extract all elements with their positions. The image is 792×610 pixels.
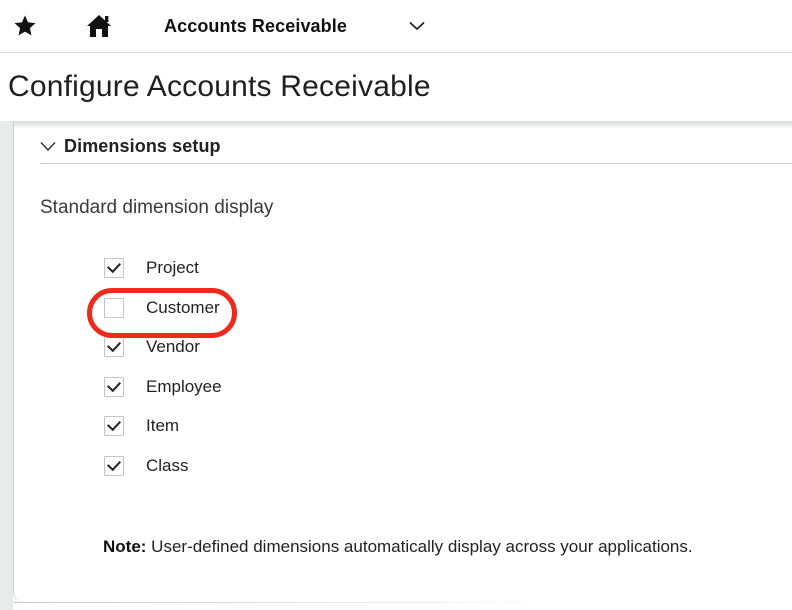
home-icon	[85, 12, 113, 40]
checkbox-label: Item	[146, 416, 179, 436]
top-bar: Accounts Receivable	[0, 0, 792, 53]
subheading: Standard dimension display	[40, 197, 792, 219]
checkbox[interactable]	[104, 456, 124, 476]
checkbox-row-employee: Employee	[104, 377, 792, 397]
home-button[interactable]	[85, 12, 113, 40]
checkbox-row-customer: Customer	[104, 298, 792, 318]
checkbox[interactable]	[104, 337, 124, 357]
star-icon	[13, 14, 37, 38]
app-menu-label: Accounts Receivable	[164, 16, 347, 37]
checkbox-label: Customer	[146, 298, 220, 318]
note-text: User-defined dimensions automatically di…	[146, 537, 692, 556]
page-title: Configure Accounts Receivable	[8, 70, 431, 104]
section-divider	[40, 163, 792, 164]
checkbox-row-vendor: Vendor	[104, 337, 792, 357]
content-panel: Dimensions setup Standard dimension disp…	[13, 121, 792, 602]
note-label: Note:	[103, 537, 146, 556]
left-gutter	[0, 121, 13, 610]
app-menu[interactable]: Accounts Receivable	[113, 16, 425, 37]
page-title-bar: Configure Accounts Receivable	[0, 53, 792, 121]
checkbox[interactable]	[104, 298, 124, 318]
checkbox-row-project: Project	[104, 258, 792, 278]
app-window: { "top_bar": { "app_menu_label": "Accoun…	[0, 0, 792, 610]
checkbox[interactable]	[104, 377, 124, 397]
checkbox-list: Project Customer Vendor Employee Item Cl…	[104, 258, 792, 476]
checkbox-row-item: Item	[104, 416, 792, 436]
chevron-down-icon	[40, 141, 56, 152]
favorites-button[interactable]	[13, 14, 37, 38]
checkbox[interactable]	[104, 258, 124, 278]
dimensions-setup-section-toggle[interactable]: Dimensions setup	[14, 121, 792, 157]
checkbox-label: Project	[146, 258, 199, 278]
note: Note: User-defined dimensions automatica…	[103, 537, 792, 557]
checkbox-label: Vendor	[146, 337, 200, 357]
checkbox-label: Employee	[146, 377, 222, 397]
section-title: Dimensions setup	[64, 136, 221, 157]
checkbox-label: Class	[146, 456, 189, 476]
checkbox-row-class: Class	[104, 456, 792, 476]
checkbox[interactable]	[104, 416, 124, 436]
main-area: Dimensions setup Standard dimension disp…	[0, 121, 792, 610]
chevron-down-icon	[409, 21, 425, 31]
